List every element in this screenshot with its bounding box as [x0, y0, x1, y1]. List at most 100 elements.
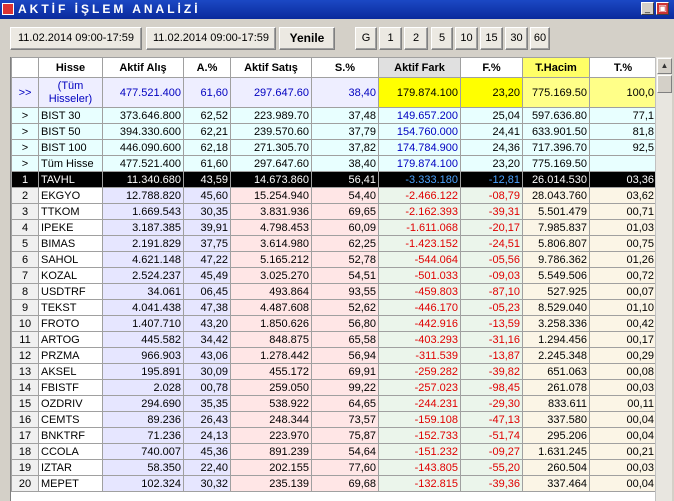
- stock-name: CEMTS: [38, 411, 103, 428]
- vertical-scrollbar[interactable]: ▲: [655, 57, 672, 501]
- period-button[interactable]: 60: [530, 27, 550, 50]
- analysis-grid: Hisse Aktif Alış A.% Aktif Satış S.% Akt…: [10, 57, 655, 501]
- scroll-thumb[interactable]: [657, 75, 672, 93]
- table-row[interactable]: > BIST 30 373.646.800 62,52 223.989.70 37,48 1…: [11, 107, 655, 124]
- cell-aktif-satis: 1.278.442: [230, 347, 312, 364]
- table-row[interactable]: 11 ARTOG 445.582 34,42 848.875 65,58 -403.293-…: [11, 331, 655, 348]
- period-button[interactable]: 5: [431, 27, 453, 50]
- cell-aktif-alis: 11.340.680: [102, 171, 184, 188]
- cell-aktif-satis: 223.970: [230, 427, 312, 444]
- cell-t-pct: [589, 155, 655, 172]
- cell-f-pct: -47,13: [460, 411, 523, 428]
- table-row[interactable]: 19 IZTAR 58.350 22,40 202.155 77,60 -143.805 -5…: [11, 459, 655, 476]
- cell-s-pct: 93,55: [311, 283, 379, 300]
- table-row[interactable]: 3 TTKOM 1.669.543 30,35 3.831.936 69,65 -2.162…: [11, 203, 655, 220]
- cell-aktif-satis: 848.875: [230, 331, 312, 348]
- scroll-up-icon[interactable]: ▲: [657, 58, 672, 74]
- column-header-aktif-satis[interactable]: Aktif Satış: [230, 57, 312, 78]
- table-row[interactable]: 13 AKSEL 195.891 30,09 455.172 69,91 -259.282-…: [11, 363, 655, 380]
- stock-name: OZDRIV: [38, 395, 103, 412]
- refresh-button[interactable]: Yenile: [279, 27, 335, 50]
- cell-s-pct: 99,22: [311, 379, 379, 396]
- cell-t-hacim: 337.464: [522, 475, 590, 492]
- stock-name: TTKOM: [38, 203, 103, 220]
- cell-f-pct: -87,10: [460, 283, 523, 300]
- cell-a-pct: 34,42: [183, 331, 231, 348]
- window-title: AKTİF İŞLEM ANALİZİ: [18, 2, 201, 16]
- table-row[interactable]: 10 FROTO 1.407.710 43,20 1.850.626 56,80 -442.…: [11, 315, 655, 332]
- stock-name: BIST 100: [38, 139, 103, 156]
- period-button[interactable]: 10: [455, 27, 478, 50]
- column-header-t-pct[interactable]: T.%: [589, 57, 655, 78]
- total-row[interactable]: >> (Tüm Hisseler) 477.521.400 61,60 297.…: [11, 77, 655, 108]
- cell-aktif-alis: 477.521.400: [102, 155, 184, 172]
- cell-s-pct: 38,40: [311, 155, 379, 172]
- row-index: 1: [11, 171, 39, 188]
- cell-f-pct: -09,27: [460, 443, 523, 460]
- table-row[interactable]: > Tüm Hisse 477.521.400 61,60 297.647.60 38,4…: [11, 155, 655, 172]
- table-row[interactable]: 8 USDTRF 34.061 06,45 493.864 93,55 -459.803 -8…: [11, 283, 655, 300]
- cell-a-pct: 61,60: [183, 155, 231, 172]
- cell-aktif-satis: 239.570.60: [230, 123, 312, 140]
- period-button[interactable]: 15: [480, 27, 503, 50]
- table-row[interactable]: > BIST 50 394.330.600 62,21 239.570.60 37,79 1…: [11, 123, 655, 140]
- table-row[interactable]: 17 BNKTRF 71.236 24,13 223.970 75,87 -152.733-…: [11, 427, 655, 444]
- cell-f-pct: -13,59: [460, 315, 523, 332]
- minimize-button[interactable]: _: [641, 2, 654, 15]
- table-row[interactable]: 20 MEPET 102.324 30,32 235.139 69,68 -132.815-…: [11, 475, 655, 492]
- column-header-hisse[interactable]: Hisse: [38, 57, 103, 78]
- stock-name: PRZMA: [38, 347, 103, 364]
- period-button[interactable]: 30: [505, 27, 528, 50]
- table-row[interactable]: 5 BIMAS 2.191.829 37,75 3.614.980 62,25 -1.423…: [11, 235, 655, 252]
- cell-f-pct: -05,23: [460, 299, 523, 316]
- table-row[interactable]: 4 IPEKE 3.187.385 39,91 4.798.453 60,09 -1.611…: [11, 219, 655, 236]
- cell-t-hacim: 527.925: [522, 283, 590, 300]
- cell-a-pct: 30,32: [183, 475, 231, 492]
- table-row[interactable]: 14 FBISTF 2.028 00,78 259.050 99,22 -257.023 -9…: [11, 379, 655, 396]
- cell-a-pct: 62,21: [183, 123, 231, 140]
- cell-aktif-alis: 71.236: [102, 427, 184, 444]
- cell-s-pct: 62,25: [311, 235, 379, 252]
- row-index: 8: [11, 283, 39, 300]
- period-button[interactable]: 1: [379, 27, 402, 50]
- table-row[interactable]: 16 CEMTS 89.236 26,43 248.344 73,57 -159.108 -4…: [11, 411, 655, 428]
- column-header-t-hacim[interactable]: T.Hacim: [522, 57, 590, 78]
- table-row[interactable]: 6 SAHOL 4.621.148 47,22 5.165.212 52,78 -544.0…: [11, 251, 655, 268]
- stock-name: AKSEL: [38, 363, 103, 380]
- cell-a-pct: 45,36: [183, 443, 231, 460]
- cell-s-pct: 37,48: [311, 107, 379, 124]
- cell-s-pct: 37,82: [311, 139, 379, 156]
- cell-s-pct: 75,87: [311, 427, 379, 444]
- table-row[interactable]: 1 TAVHL 11.340.680 43,59 14.673.860 56,41 -3.3…: [11, 171, 655, 188]
- row-index: 20: [11, 475, 39, 492]
- cell-f-pct: -13,87: [460, 347, 523, 364]
- row-index: 9: [11, 299, 39, 316]
- cell-t-hacim: 1.631.245: [522, 443, 590, 460]
- restore-icon[interactable]: ▣: [656, 2, 669, 15]
- table-row[interactable]: > BIST 100 446.090.600 62,18 271.305.70 37,82…: [11, 139, 655, 156]
- period-button[interactable]: 2: [404, 27, 428, 50]
- column-header-aktif-alis[interactable]: Aktif Alış: [102, 57, 184, 78]
- end-time-button[interactable]: 11.02.2014 09:00-17:59: [146, 27, 276, 50]
- table-row[interactable]: 2 EKGYO 12.788.820 45,60 15.254.940 54,40 -2.4…: [11, 187, 655, 204]
- column-header-a-pct[interactable]: A.%: [183, 57, 231, 78]
- cell-t-pct: 01,10: [589, 299, 655, 316]
- table-row[interactable]: 15 OZDRIV 294.690 35,35 538.922 64,65 -244.231…: [11, 395, 655, 412]
- g-button[interactable]: G: [355, 27, 377, 50]
- column-header-s-pct[interactable]: S.%: [311, 57, 379, 78]
- cell-aktif-satis: 3.831.936: [230, 203, 312, 220]
- cell-t-hacim: 26.014.530: [522, 171, 590, 188]
- cell-f-pct: -39,36: [460, 475, 523, 492]
- cell-f-pct: -12,81: [460, 171, 523, 188]
- cell-s-pct: 65,58: [311, 331, 379, 348]
- start-time-button[interactable]: 11.02.2014 09:00-17:59: [10, 27, 142, 50]
- table-row[interactable]: 12 PRZMA 966.903 43,06 1.278.442 56,94 -311.53…: [11, 347, 655, 364]
- stock-name: CCOLA: [38, 443, 103, 460]
- table-row[interactable]: 9 TEKST 4.041.438 47,38 4.487.608 52,62 -446.1…: [11, 299, 655, 316]
- table-row[interactable]: 18 CCOLA 740.007 45,36 891.239 54,64 -151.232-…: [11, 443, 655, 460]
- column-header-aktif-fark[interactable]: Aktif Fark: [378, 57, 461, 78]
- table-row[interactable]: 7 KOZAL 2.524.237 45,49 3.025.270 54,51 -501.0…: [11, 267, 655, 284]
- cell-t-pct: 00,29: [589, 347, 655, 364]
- column-header-f-pct[interactable]: F.%: [460, 57, 523, 78]
- cell-a-pct: 22,40: [183, 459, 231, 476]
